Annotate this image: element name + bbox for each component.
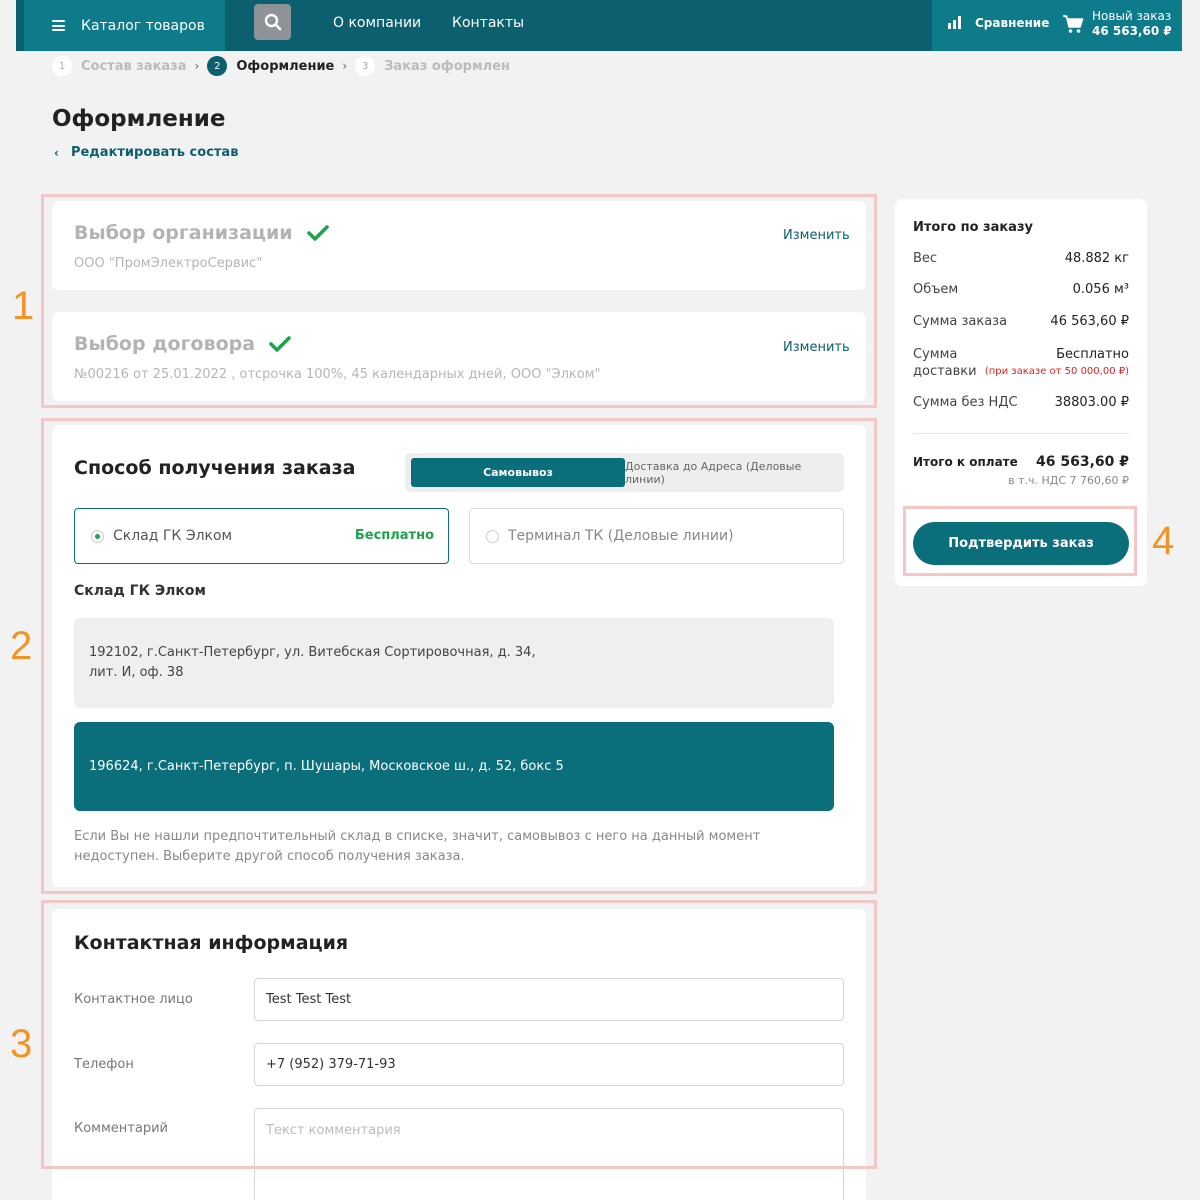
summary-value: 48.882 кг (1064, 251, 1129, 266)
summary-value: 38803.00 ₽ (1054, 395, 1129, 410)
compare-button[interactable]: Сравнение (948, 0, 1049, 45)
summary-row-weight: Вес 48.882 кг (913, 251, 1129, 266)
step-3-label: Заказ оформлен (384, 58, 510, 74)
summary-divider (913, 433, 1129, 434)
bar-chart-icon (948, 16, 961, 29)
step-3-number: 3 (355, 56, 376, 76)
catalog-label: Каталог товаров (81, 17, 205, 34)
menu-icon (52, 20, 65, 31)
summary-row-delivery: Сумма доставки Бесплатно (при заказе от … (913, 346, 1129, 380)
summary-label: Объем (913, 282, 959, 297)
annotation-frame-3 (41, 900, 877, 1169)
nav-about[interactable]: О компании (333, 0, 421, 45)
step-2-number: 2 (207, 56, 228, 76)
summary-total-row: Итого к оплате 46 563,60 ₽ (913, 454, 1129, 470)
search-icon (264, 13, 281, 31)
summary-value: 46 563,60 ₽ (1050, 314, 1129, 329)
annotation-frame-4 (903, 506, 1137, 576)
annotation-number-2: 2 (10, 624, 33, 668)
step-1-number: 1 (52, 56, 72, 76)
total-label: Итого к оплате (913, 455, 1018, 469)
chevron-left-icon: ‹ (54, 145, 59, 160)
summary-label: Сумма без НДС (913, 395, 1018, 410)
catalog-button[interactable]: Каталог товаров (24, 0, 225, 51)
cart-button[interactable]: Новый заказ 46 563,60 ₽ (1062, 6, 1172, 42)
summary-label: Сумма заказа (913, 314, 1008, 329)
summary-value: Бесплатно (1056, 347, 1129, 362)
annotation-number-1: 1 (12, 284, 35, 328)
chevron-right-icon: › (342, 59, 348, 73)
delivery-note: (при заказе от 50 000,00 ₽) (984, 366, 1129, 377)
cart-total: 46 563,60 ₽ (1092, 24, 1172, 38)
summary-label: Вес (913, 251, 938, 266)
summary-title: Итого по заказу (913, 220, 1033, 235)
vat-note: в т.ч. НДС 7 760,60 ₽ (1008, 474, 1129, 487)
summary-row-order-sum: Сумма заказа 46 563,60 ₽ (913, 314, 1129, 329)
step-2-label: Оформление (236, 58, 335, 74)
cart-title: Новый заказ (1092, 9, 1172, 23)
nav-contacts[interactable]: Контакты (452, 0, 524, 45)
summary-row-no-vat: Сумма без НДС 38803.00 ₽ (913, 395, 1129, 410)
search-button[interactable] (254, 4, 291, 40)
annotation-frame-1 (41, 194, 877, 408)
chevron-right-icon: › (194, 59, 200, 73)
page-title: Оформление (52, 106, 226, 132)
annotation-number-3: 3 (10, 1022, 33, 1066)
step-1-label[interactable]: Состав заказа (81, 59, 187, 74)
total-value: 46 563,60 ₽ (1036, 454, 1129, 470)
summary-label: Сумма доставки (913, 347, 977, 379)
summary-value: 0.056 м³ (1072, 282, 1129, 297)
annotation-frame-2 (41, 418, 877, 894)
summary-row-volume: Объем 0.056 м³ (913, 282, 1129, 297)
edit-order-link[interactable]: ‹ Редактировать состав (54, 145, 238, 160)
compare-label: Сравнение (975, 15, 1050, 30)
checkout-stepper: 1 Состав заказа › 2 Оформление › 3 Заказ… (52, 56, 510, 76)
annotation-number-4: 4 (1152, 519, 1175, 563)
edit-order-label: Редактировать состав (70, 145, 239, 160)
cart-icon (1063, 15, 1084, 33)
